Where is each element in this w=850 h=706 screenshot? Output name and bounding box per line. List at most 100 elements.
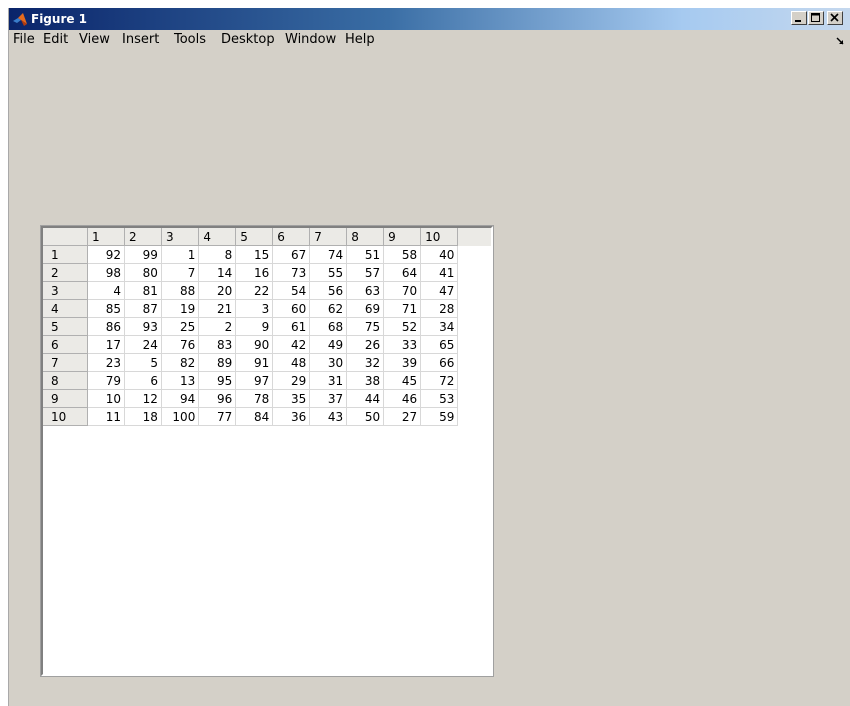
menu-insert[interactable]: Insert [122, 33, 159, 47]
table-cell[interactable]: 64 [383, 263, 422, 282]
table-cell[interactable]: 87 [124, 299, 162, 318]
row-header[interactable]: 3 [43, 281, 89, 300]
table-cell[interactable]: 56 [309, 281, 348, 300]
column-header[interactable]: 4 [198, 228, 237, 246]
table-cell[interactable]: 9 [235, 317, 274, 336]
table-cell[interactable]: 18 [124, 407, 162, 426]
row-header[interactable]: 2 [43, 263, 89, 282]
table-cell[interactable]: 31 [309, 371, 348, 390]
table-cell[interactable]: 8 [198, 245, 237, 264]
table-cell[interactable]: 96 [198, 389, 237, 408]
table-cell[interactable]: 35 [272, 389, 311, 408]
table-cell[interactable]: 93 [124, 317, 162, 336]
table-cell[interactable]: 37 [309, 389, 348, 408]
table-cell[interactable]: 78 [235, 389, 274, 408]
table-cell[interactable]: 70 [383, 281, 422, 300]
table-cell[interactable]: 72 [420, 371, 459, 390]
table-cell[interactable]: 59 [420, 407, 459, 426]
row-header[interactable]: 5 [43, 317, 89, 336]
table-cell[interactable]: 32 [346, 353, 385, 372]
menu-help[interactable]: Help [345, 33, 375, 47]
table-cell[interactable]: 34 [420, 317, 459, 336]
dock-arrow-icon[interactable] [835, 36, 845, 46]
table-cell[interactable]: 4 [87, 281, 125, 300]
table-cell[interactable]: 44 [346, 389, 385, 408]
table-cell[interactable]: 10 [87, 389, 125, 408]
table-cell[interactable]: 46 [383, 389, 422, 408]
table-cell[interactable]: 15 [235, 245, 274, 264]
table-cell[interactable]: 21 [198, 299, 237, 318]
menu-tools[interactable]: Tools [174, 33, 206, 47]
table-cell[interactable]: 71 [383, 299, 422, 318]
table-cell[interactable]: 28 [420, 299, 459, 318]
menu-desktop[interactable]: Desktop [221, 33, 275, 47]
title-bar[interactable]: Figure 1 [9, 8, 850, 30]
table-cell[interactable]: 24 [124, 335, 162, 354]
table-cell[interactable]: 49 [309, 335, 348, 354]
table-cell[interactable]: 74 [309, 245, 348, 264]
table-cell[interactable]: 69 [346, 299, 385, 318]
table-cell[interactable]: 26 [346, 335, 385, 354]
table-cell[interactable]: 53 [420, 389, 459, 408]
table-cell[interactable]: 94 [161, 389, 200, 408]
table-cell[interactable]: 7 [161, 263, 200, 282]
column-header[interactable]: 2 [124, 228, 162, 246]
table-cell[interactable]: 79 [87, 371, 125, 390]
table-cell[interactable]: 81 [124, 281, 162, 300]
table-cell[interactable]: 61 [272, 317, 311, 336]
table-cell[interactable]: 63 [346, 281, 385, 300]
table-cell[interactable]: 29 [272, 371, 311, 390]
table-cell[interactable]: 50 [346, 407, 385, 426]
table-cell[interactable]: 99 [124, 245, 162, 264]
table-cell[interactable]: 85 [87, 299, 125, 318]
table-cell[interactable]: 14 [198, 263, 237, 282]
column-header[interactable]: 7 [309, 228, 348, 246]
table-cell[interactable]: 38 [346, 371, 385, 390]
column-header[interactable]: 10 [420, 228, 459, 246]
table-cell[interactable]: 67 [272, 245, 311, 264]
column-header[interactable]: 6 [272, 228, 311, 246]
table-cell[interactable]: 11 [87, 407, 125, 426]
table-cell[interactable]: 48 [272, 353, 311, 372]
table-cell[interactable]: 41 [420, 263, 459, 282]
row-header[interactable]: 7 [43, 353, 89, 372]
menu-file[interactable]: File [13, 33, 35, 47]
row-header[interactable]: 1 [43, 245, 89, 264]
table-cell[interactable]: 6 [124, 371, 162, 390]
table-cell[interactable]: 83 [198, 335, 237, 354]
table-cell[interactable]: 20 [198, 281, 237, 300]
row-header[interactable]: 4 [43, 299, 89, 318]
table-cell[interactable]: 42 [272, 335, 311, 354]
table-cell[interactable]: 76 [161, 335, 200, 354]
table-cell[interactable]: 88 [161, 281, 200, 300]
table-cell[interactable]: 23 [87, 353, 125, 372]
table-cell[interactable]: 86 [87, 317, 125, 336]
table-cell[interactable]: 77 [198, 407, 237, 426]
table-cell[interactable]: 62 [309, 299, 348, 318]
menu-view[interactable]: View [79, 33, 110, 47]
column-header[interactable]: 9 [383, 228, 422, 246]
table-cell[interactable]: 19 [161, 299, 200, 318]
menu-edit[interactable]: Edit [43, 33, 68, 47]
menu-window[interactable]: Window [285, 33, 336, 47]
table-cell[interactable]: 45 [383, 371, 422, 390]
table-cell[interactable]: 27 [383, 407, 422, 426]
table-cell[interactable]: 55 [309, 263, 348, 282]
table-cell[interactable]: 92 [87, 245, 125, 264]
table-cell[interactable]: 58 [383, 245, 422, 264]
table-cell[interactable]: 5 [124, 353, 162, 372]
minimize-button[interactable] [791, 11, 807, 25]
table-cell[interactable]: 65 [420, 335, 459, 354]
table-cell[interactable]: 68 [309, 317, 348, 336]
table-cell[interactable]: 25 [161, 317, 200, 336]
table-cell[interactable]: 51 [346, 245, 385, 264]
table-cell[interactable]: 40 [420, 245, 459, 264]
table-cell[interactable]: 95 [198, 371, 237, 390]
column-header[interactable]: 3 [161, 228, 200, 246]
maximize-button[interactable] [808, 11, 824, 25]
close-button[interactable] [827, 11, 843, 25]
table-cell[interactable]: 13 [161, 371, 200, 390]
table-cell[interactable]: 75 [346, 317, 385, 336]
table-cell[interactable]: 3 [235, 299, 274, 318]
table-cell[interactable]: 66 [420, 353, 459, 372]
